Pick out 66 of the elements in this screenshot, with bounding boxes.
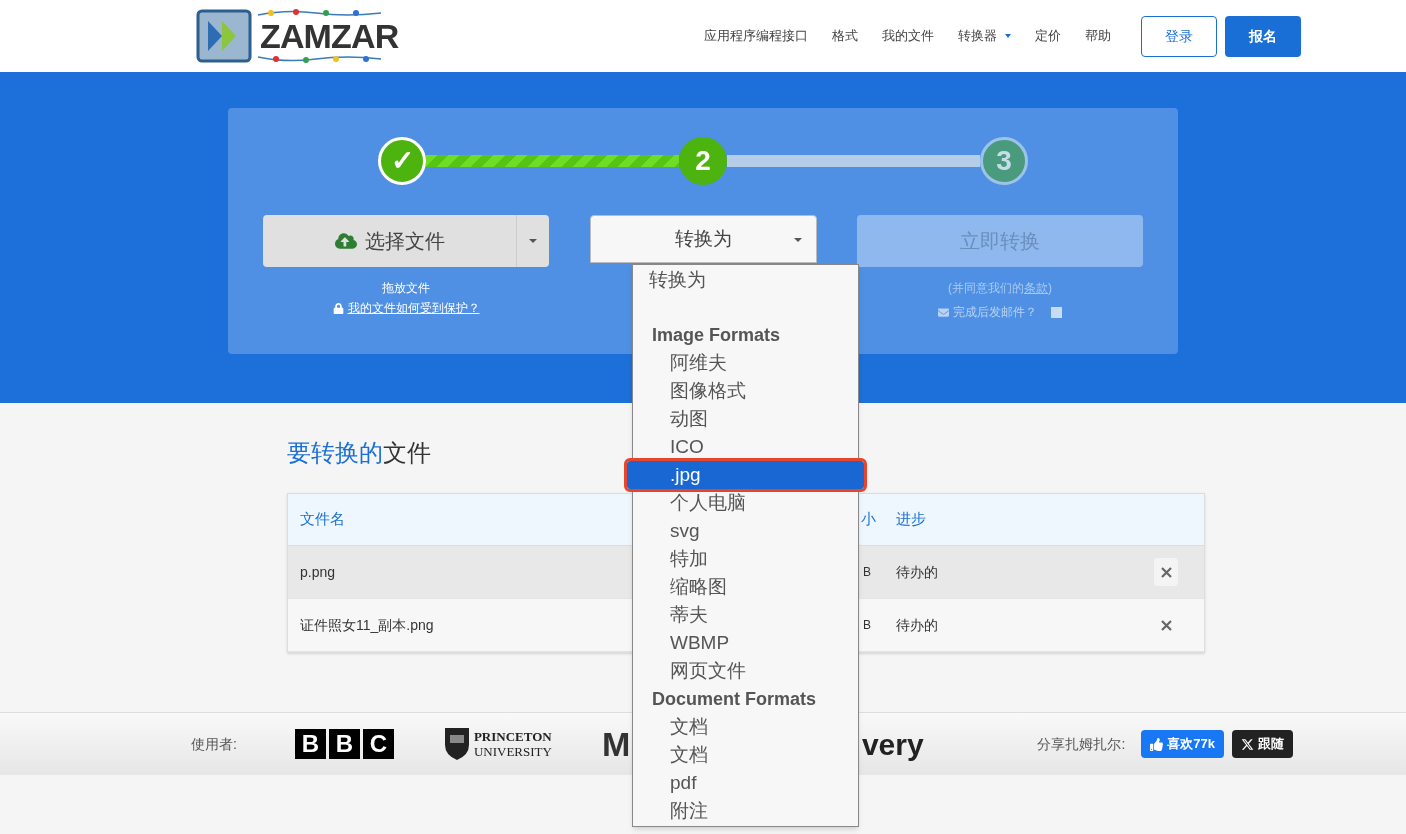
caret-icon xyxy=(793,238,802,242)
format-option[interactable]: .jpg xyxy=(627,461,864,489)
format-option[interactable]: 转换为 xyxy=(633,266,858,295)
nav-link[interactable]: 转换器 xyxy=(958,26,1011,46)
format-option[interactable]: pdf xyxy=(633,769,858,797)
chevron-logo-icon xyxy=(196,9,252,63)
logo-text: M xyxy=(601,723,632,765)
close-icon xyxy=(1160,619,1172,631)
envelope-icon xyxy=(938,306,949,318)
drop-hint: 拖放文件 xyxy=(382,280,430,297)
format-option[interactable]: svg xyxy=(633,517,858,545)
format-option[interactable]: 动图 xyxy=(633,405,858,433)
nav-link[interactable]: 帮助 xyxy=(1085,26,1111,46)
format-option[interactable]: 附注 xyxy=(633,797,858,825)
princeton-logo-text: PRINCETON UNIVERSITY xyxy=(473,729,552,759)
files-heading: 要转换的文件 xyxy=(287,438,431,468)
used-by-label: 使用者: xyxy=(191,734,237,754)
nav-link[interactable]: 应用程序编程接口 xyxy=(704,26,808,46)
format-option[interactable]: 个人电脑 xyxy=(633,489,858,517)
nav-link[interactable]: 定价 xyxy=(1035,26,1061,46)
thumbs-up-icon xyxy=(1150,737,1164,751)
format-option[interactable]: 特加 xyxy=(633,545,858,573)
column-header: 小 xyxy=(861,509,877,530)
cloud-upload-icon xyxy=(334,230,357,252)
format-option[interactable]: 文档 xyxy=(633,713,858,741)
choose-files-button[interactable]: 选择文件 xyxy=(263,215,516,267)
column-header: 文件名 xyxy=(299,509,346,530)
shield-icon xyxy=(443,727,470,761)
email-label: 完成后发邮件？ xyxy=(953,304,1037,321)
format-option[interactable]: WBMP xyxy=(633,629,858,657)
login-button[interactable]: 登录 xyxy=(1141,15,1217,57)
format-option[interactable]: 阿维夫 xyxy=(633,349,858,377)
x-icon xyxy=(1241,737,1254,751)
caret-icon xyxy=(1005,34,1011,38)
file-name: 证件照女11_副本.png xyxy=(299,615,435,635)
nav-link[interactable]: 我的文件 xyxy=(882,26,934,46)
file-status: 待办的 xyxy=(895,562,939,582)
caret-icon xyxy=(529,239,537,243)
format-option[interactable]: 缩略图 xyxy=(633,573,858,601)
format-option[interactable]: 图像格式 xyxy=(633,377,858,405)
format-option[interactable]: 文档 xyxy=(633,741,858,769)
logo-text: very xyxy=(861,726,924,763)
file-name: p.png xyxy=(299,562,337,582)
follow-button[interactable]: 跟随 xyxy=(1232,730,1293,758)
logo-letter: B xyxy=(328,729,360,759)
signup-button[interactable]: 报名 xyxy=(1225,15,1301,57)
format-option[interactable]: 网页文件 xyxy=(633,657,858,685)
logo-letter: B xyxy=(294,729,326,759)
column-header: 进步 xyxy=(895,509,927,530)
format-option[interactable]: ICO xyxy=(633,433,858,461)
share-label: 分享扎姆扎尔: xyxy=(1037,734,1126,754)
like-button[interactable]: 喜欢77k xyxy=(1141,730,1224,758)
group-label: Document Formats xyxy=(651,688,818,711)
group-label: Image Formats xyxy=(651,324,782,347)
lock-icon xyxy=(332,302,344,314)
convert-to-select[interactable]: 转换为 xyxy=(589,215,817,263)
file-size: B xyxy=(862,617,872,634)
remove-button[interactable] xyxy=(1154,558,1178,586)
nav-link[interactable]: 格式 xyxy=(832,26,858,46)
format-option[interactable]: 蒂夫 xyxy=(633,601,858,629)
close-icon xyxy=(1160,566,1172,578)
file-size: B xyxy=(862,564,872,581)
file-status: 待办的 xyxy=(895,615,939,635)
logo-letter: C xyxy=(362,729,394,759)
logo-text: ZAMZAR xyxy=(259,18,400,54)
terms-text: (并同意我们的条款) xyxy=(948,280,1052,297)
